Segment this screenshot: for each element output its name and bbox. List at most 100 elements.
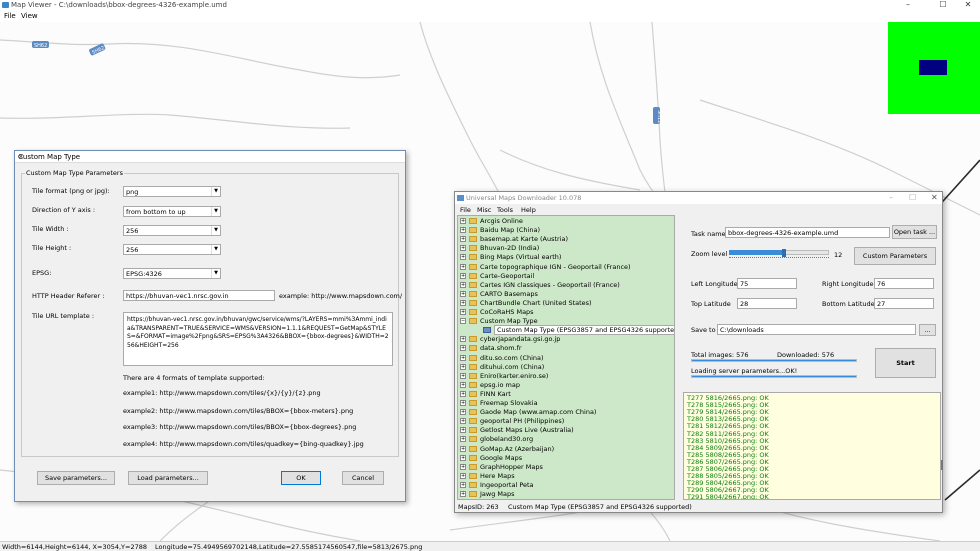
tree-item[interactable]: Custom Map Type (EPSG3857 and EPSG4326 s… xyxy=(458,325,674,336)
save-to-input[interactable]: C:\downloads xyxy=(717,324,916,335)
epsg-select[interactable]: EPSG:4326 ▼ xyxy=(123,268,221,279)
ok-button[interactable]: OK xyxy=(281,471,321,485)
expand-icon[interactable]: + xyxy=(460,400,466,406)
tree-item[interactable]: + ditu.so.com (China) xyxy=(458,354,674,363)
expand-icon[interactable]: + xyxy=(460,454,466,461)
maximize-icon[interactable]: ☐ xyxy=(933,0,953,10)
expand-icon[interactable]: + xyxy=(460,418,466,425)
left-longitude-input[interactable]: 75 xyxy=(737,278,797,289)
expand-icon[interactable]: + xyxy=(460,290,466,297)
dialog-close-icon[interactable]: ✕ xyxy=(18,153,403,161)
umd-menu-tools[interactable]: Tools xyxy=(497,206,513,214)
expand-icon[interactable]: + xyxy=(460,372,466,379)
expand-icon[interactable]: + xyxy=(460,254,466,261)
url-template-textarea[interactable]: https://bhuvan-vec1.nrsc.gov.in/bhuvan/g… xyxy=(123,312,393,366)
expand-icon[interactable]: + xyxy=(460,436,466,443)
collapse-icon[interactable]: − xyxy=(460,318,466,325)
bottom-latitude-input[interactable]: 27 xyxy=(874,298,934,309)
expand-icon[interactable]: + xyxy=(460,309,466,315)
tree-item[interactable]: + Ingeoportal Peta xyxy=(458,481,674,490)
expand-icon[interactable]: + xyxy=(460,218,466,224)
expand-icon[interactable]: + xyxy=(460,390,466,397)
expand-icon[interactable]: + xyxy=(460,354,466,361)
tree-item[interactable]: + data.shom.fr xyxy=(458,344,674,353)
expand-icon[interactable]: + xyxy=(460,463,466,470)
tree-item[interactable]: + Here Maps xyxy=(458,472,674,481)
right-longitude-input[interactable]: 76 xyxy=(874,278,934,289)
referer-input[interactable]: https://bhuvan-vec1.nrsc.gov.in xyxy=(123,290,275,301)
expand-icon[interactable]: + xyxy=(460,281,466,288)
expand-icon[interactable]: + xyxy=(460,272,466,279)
tree-item[interactable]: + Freemap Slovakia xyxy=(458,399,674,408)
tree-item[interactable]: + Cartes IGN classiques - Geoportail (Fra… xyxy=(458,281,674,290)
umd-maximize-icon[interactable]: ☐ xyxy=(909,193,916,202)
tree-item[interactable]: + Bing Maps (Virtual earth) xyxy=(458,253,674,262)
tree-item[interactable]: + Arcgis Online xyxy=(458,217,674,226)
tree-item[interactable]: + geoportal PH (Philippines) xyxy=(458,417,674,426)
browse-button[interactable]: ... xyxy=(919,324,936,336)
menu-file[interactable]: File xyxy=(4,12,16,20)
overview-viewport[interactable] xyxy=(919,60,947,75)
tree-item[interactable]: + CoCoRaHS Maps xyxy=(458,308,674,317)
custom-parameters-button[interactable]: Custom Parameters xyxy=(854,247,936,265)
download-log[interactable]: T277 5816/2665.png: OK T278 5815/2665.png… xyxy=(683,392,941,500)
tree-item[interactable]: + FINN Kart xyxy=(458,390,674,399)
expand-icon[interactable]: + xyxy=(460,472,466,479)
tree-item[interactable]: + globeland30.org xyxy=(458,435,674,444)
tree-item[interactable]: + Carte topographique IGN - Geoportail (F… xyxy=(458,263,674,272)
tree-item[interactable]: + dituhui.com (China) xyxy=(458,363,674,372)
task-name-input[interactable]: bbox-degrees-4326-example.umd xyxy=(725,227,890,238)
expand-icon[interactable]: + xyxy=(460,381,466,388)
tree-item[interactable]: + Getlost Maps Live (Australia) xyxy=(458,426,674,435)
expand-icon[interactable]: + xyxy=(460,236,466,243)
umd-minimize-icon[interactable]: – xyxy=(889,193,893,202)
expand-icon[interactable]: + xyxy=(460,263,466,270)
top-latitude-input[interactable]: 28 xyxy=(737,298,797,309)
tree-item[interactable]: + Google Maps xyxy=(458,454,674,463)
expand-icon[interactable]: + xyxy=(460,345,466,352)
expand-icon[interactable]: + xyxy=(460,427,466,434)
cancel-button[interactable]: Cancel xyxy=(342,471,384,485)
umd-menu-misc[interactable]: Misc xyxy=(477,206,491,214)
tree-item[interactable]: + GoMap.Az (Azerbaijan) xyxy=(458,445,674,454)
menu-view[interactable]: View xyxy=(21,12,38,20)
tree-item[interactable]: + cyberjapandata.gsi.go.jp xyxy=(458,335,674,344)
expand-icon[interactable]: + xyxy=(460,481,466,488)
umd-close-icon[interactable]: ✕ xyxy=(931,193,938,202)
expand-icon[interactable]: + xyxy=(460,409,466,416)
tree-item[interactable]: + Baidu Map (China) xyxy=(458,226,674,235)
tree-item[interactable]: + Bhuvan-2D (India) xyxy=(458,244,674,253)
expand-icon[interactable]: + xyxy=(460,336,466,343)
tree-item[interactable]: + Jawg Maps xyxy=(458,490,674,499)
expand-icon[interactable]: + xyxy=(460,299,466,306)
umd-menu-file[interactable]: File xyxy=(460,206,471,214)
zoom-thumb[interactable] xyxy=(782,249,786,257)
umd-menu-help[interactable]: Help xyxy=(521,206,536,214)
start-button[interactable]: Start xyxy=(875,348,936,378)
save-parameters-button[interactable]: Save parameters... xyxy=(37,471,115,485)
tile-format-select[interactable]: png ▼ xyxy=(123,186,221,197)
overview-minimap[interactable] xyxy=(888,22,980,114)
zoom-slider[interactable] xyxy=(729,249,829,260)
minimize-icon[interactable]: – xyxy=(898,0,918,10)
tree-item[interactable]: + basemap.at Karte (Austria) xyxy=(458,235,674,244)
expand-icon[interactable]: + xyxy=(460,363,466,370)
tree-item[interactable]: + Eniro(karter.eniro.se) xyxy=(458,372,674,381)
load-parameters-button[interactable]: Load parameters... xyxy=(128,471,208,485)
tile-width-select[interactable]: 256 ▼ xyxy=(123,225,221,236)
map-type-tree[interactable]: + Arcgis Online + Baidu Map (China) + basemap… xyxy=(457,215,675,500)
expand-icon[interactable]: + xyxy=(460,227,466,234)
expand-icon[interactable]: + xyxy=(460,491,466,497)
tree-item[interactable]: + ChartBundle Chart (United States) xyxy=(458,299,674,308)
y-axis-select[interactable]: from bottom to up ▼ xyxy=(123,206,221,217)
open-task-button[interactable]: Open task ... xyxy=(892,225,937,239)
tree-item[interactable]: + epsg.io map xyxy=(458,381,674,390)
tree-item[interactable]: + GraphHopper Maps xyxy=(458,463,674,472)
tree-item[interactable]: + CARTO Basemaps xyxy=(458,290,674,299)
expand-icon[interactable]: + xyxy=(460,445,466,452)
log-scrollbar-thumb[interactable] xyxy=(941,460,943,470)
expand-icon[interactable]: + xyxy=(460,245,466,252)
tile-height-select[interactable]: 256 ▼ xyxy=(123,244,221,255)
tree-item[interactable]: + Gaode Map (www.amap.com China) xyxy=(458,408,674,417)
tree-item[interactable]: + Carte-Geoportail xyxy=(458,272,674,281)
